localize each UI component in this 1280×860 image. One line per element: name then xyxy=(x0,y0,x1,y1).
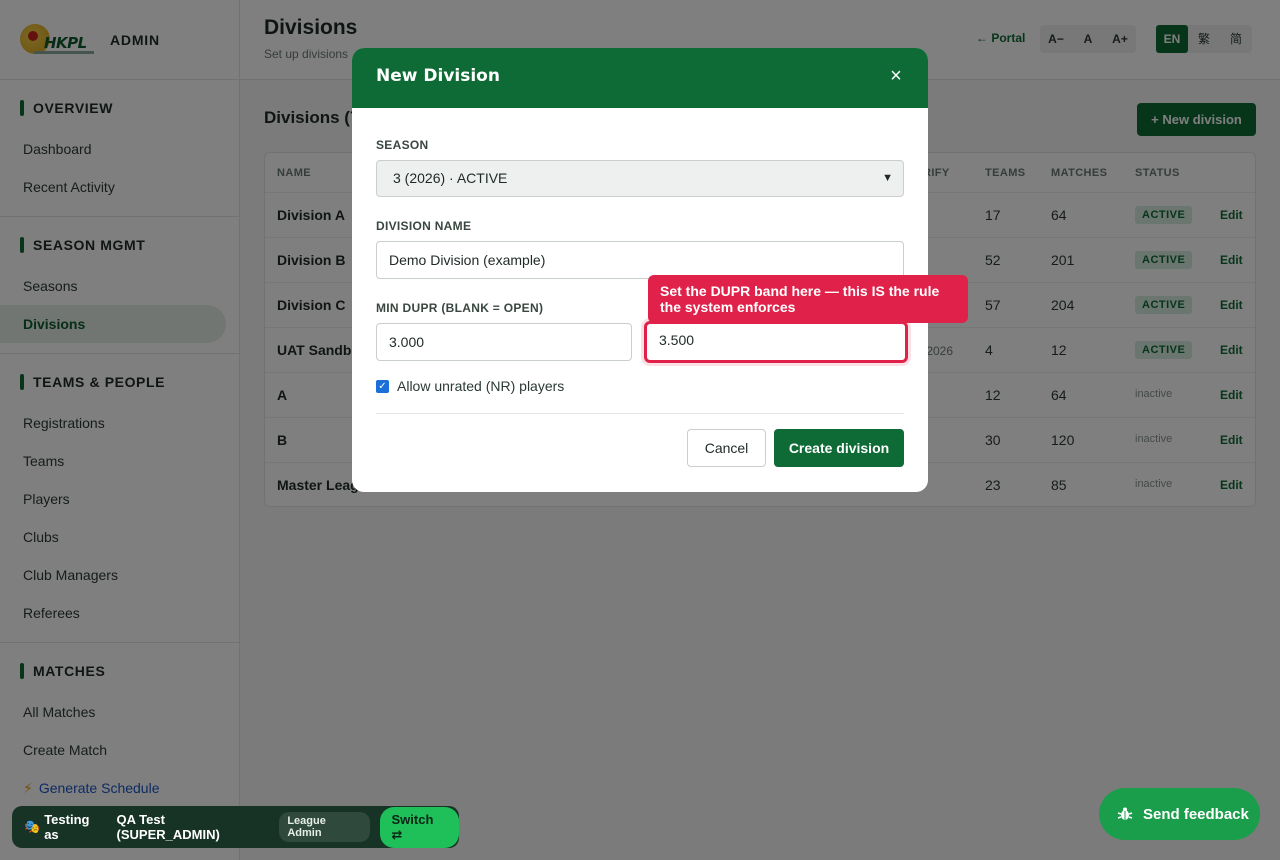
cancel-button[interactable]: Cancel xyxy=(687,429,766,467)
role-badge: League Admin xyxy=(279,812,370,842)
season-select[interactable]: 3 (2026) · ACTIVE ▼ xyxy=(376,160,904,197)
guide-tooltip: Set the DUPR band here — this IS the rul… xyxy=(648,275,968,323)
send-feedback-label: Send feedback xyxy=(1143,805,1249,823)
min-dupr-label: MIN DUPR (BLANK = OPEN) xyxy=(376,301,544,315)
testing-user: QA Test (SUPER_ADMIN) xyxy=(116,812,220,842)
create-division-button[interactable]: Create division xyxy=(774,429,904,467)
bug-icon xyxy=(1117,807,1133,820)
switch-button[interactable]: Switch ⇄ xyxy=(379,806,459,848)
theater-masks-icon: 🎭 xyxy=(24,819,41,834)
new-division-modal: New Division × SEASON 3 (2026) · ACTIVE … xyxy=(352,48,928,492)
division-name-label: DIVISION NAME xyxy=(376,219,472,233)
testing-label: Testing as xyxy=(44,812,90,842)
min-dupr-input[interactable]: 3.000 xyxy=(376,323,632,361)
modal-header: New Division × xyxy=(352,48,928,108)
close-icon[interactable]: × xyxy=(886,66,906,86)
allow-unrated-row[interactable]: ✓ Allow unrated (NR) players xyxy=(376,378,564,394)
send-feedback-button[interactable]: Send feedback xyxy=(1099,788,1260,840)
allow-unrated-checkbox[interactable]: ✓ xyxy=(376,379,389,393)
testing-bar: 🎭 Testing as QA Test (SUPER_ADMIN) Leagu… xyxy=(12,806,459,848)
modal-divider xyxy=(376,413,904,414)
allow-unrated-label: Allow unrated (NR) players xyxy=(397,378,565,394)
division-name-input[interactable]: Demo Division (example) xyxy=(376,241,904,279)
max-dupr-input[interactable]: 3.500 xyxy=(644,321,908,363)
season-select-value: 3 (2026) · ACTIVE xyxy=(393,170,508,186)
modal-title: New Division xyxy=(376,66,500,86)
chevron-down-icon: ▼ xyxy=(882,172,893,184)
season-label: SEASON xyxy=(376,138,429,152)
